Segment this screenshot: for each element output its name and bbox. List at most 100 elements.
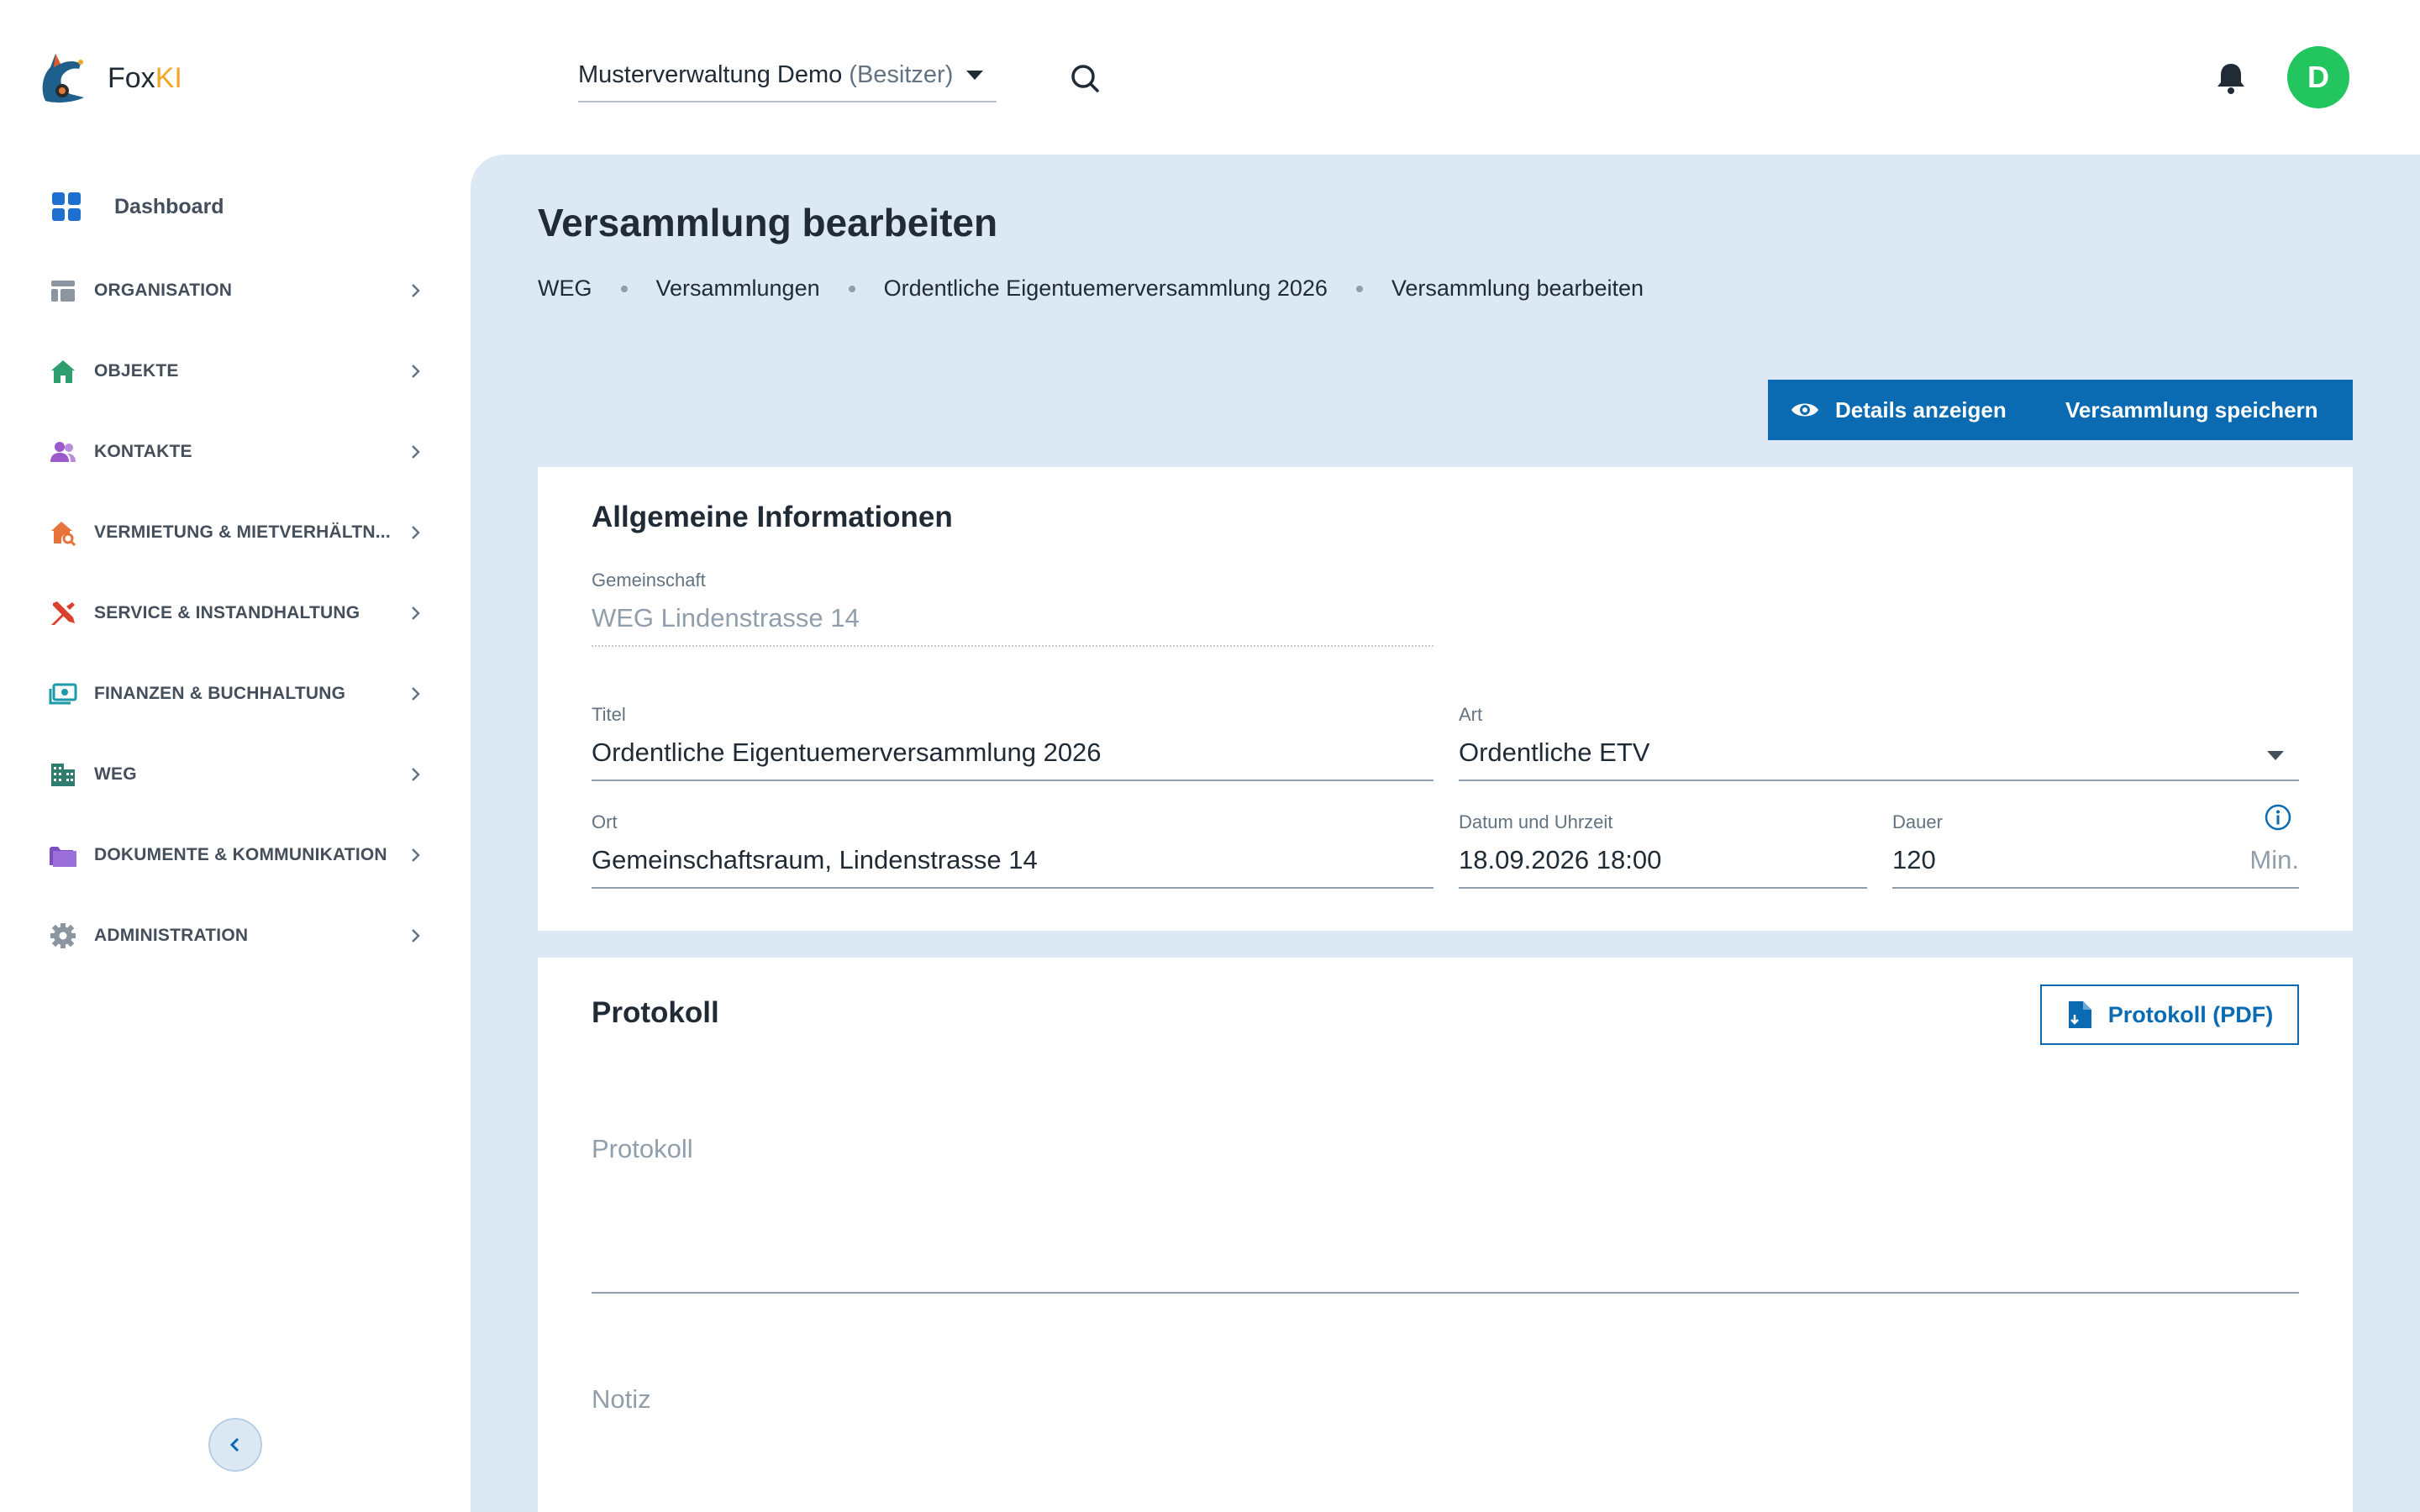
- protokoll-pdf-label: Protokoll (PDF): [2107, 1001, 2274, 1027]
- datum-field[interactable]: Datum und Uhrzeit 18.09.2026 18:00: [1459, 811, 1867, 889]
- sidebar-item-kontakte[interactable]: KONTAKTE: [47, 430, 425, 474]
- dauer-input[interactable]: 120 Min.: [1892, 845, 2299, 889]
- ort-label: Ort: [592, 811, 618, 832]
- art-select[interactable]: Ordentliche ETV: [1459, 738, 2299, 781]
- dashboard-grid-icon: [52, 192, 81, 221]
- sidebar-item-dashboard[interactable]: Dashboard: [50, 186, 224, 227]
- sidebar-item-label: FINANZEN & BUCHHALTUNG: [94, 684, 346, 703]
- chevron-right-icon: [412, 526, 420, 539]
- sidebar-item-label: DOKUMENTE & KOMMUNIKATION: [94, 845, 387, 864]
- people-icon: [47, 436, 79, 468]
- chevron-right-icon: [412, 445, 420, 459]
- sidebar-item-label: Dashboard: [114, 194, 224, 218]
- tools-icon: [47, 597, 79, 629]
- breadcrumb-current: Versammlung bearbeiten: [1391, 276, 1644, 301]
- sidebar-item-label: VERMIETUNG & MIETVERHÄLTN...: [94, 522, 391, 542]
- app-logo[interactable]: FoxKI: [37, 50, 182, 106]
- building-icon: [47, 759, 79, 790]
- chevron-right-icon: [412, 284, 420, 297]
- details-button[interactable]: Details anzeigen: [1768, 380, 2065, 440]
- sidebar-item-objekte[interactable]: OBJEKTE: [47, 349, 425, 393]
- titel-label: Titel: [592, 704, 626, 725]
- general-info-card: Allgemeine Informationen Gemeinschaft WE…: [538, 467, 2353, 931]
- sidebar-item-label: WEG: [94, 764, 137, 784]
- house-icon: [47, 355, 79, 387]
- protokoll-title: Protokoll: [592, 996, 719, 1029]
- house-search-icon: [47, 517, 79, 549]
- sidebar-item-weg[interactable]: WEG: [47, 753, 425, 796]
- sidebar-item-administration[interactable]: ADMINISTRATION: [47, 914, 425, 958]
- breadcrumb-versammlung[interactable]: Ordentliche Eigentuemerversammlung 2026: [884, 276, 1328, 302]
- protokoll-placeholder: Protokoll: [592, 1134, 693, 1163]
- page-title: Versammlung bearbeiten: [538, 201, 998, 244]
- datum-input[interactable]: 18.09.2026 18:00: [1459, 845, 1867, 889]
- dauer-unit: Min.: [2249, 845, 2299, 874]
- notification-bell-icon[interactable]: [2210, 57, 2252, 99]
- titel-field[interactable]: Titel Ordentliche Eigentuemerversammlung…: [592, 704, 1434, 781]
- breadcrumb-separator: [620, 285, 628, 292]
- titel-input[interactable]: Ordentliche Eigentuemerversammlung 2026: [592, 738, 1434, 781]
- breadcrumb-separator: [848, 285, 855, 292]
- sidebar-item-label: OBJEKTE: [94, 361, 179, 381]
- chevron-right-icon: [412, 365, 420, 378]
- ort-field[interactable]: Ort Gemeinschaftsraum, Lindenstrasse 14: [592, 811, 1434, 889]
- dauer-field[interactable]: Dauer 120 Min.: [1892, 811, 2299, 889]
- save-button-label: Versammlung speichern: [2065, 396, 2318, 423]
- chevron-right-icon: [412, 606, 420, 620]
- sidebar-collapse-button[interactable]: [208, 1418, 262, 1472]
- search-icon[interactable]: [1065, 59, 1106, 99]
- info-icon[interactable]: [2264, 803, 2292, 832]
- sidebar-item-label: ORGANISATION: [94, 281, 233, 300]
- details-button-label: Details anzeigen: [1835, 396, 2007, 423]
- sidebar-item-organisation[interactable]: ORGANISATION: [47, 269, 425, 312]
- breadcrumb-separator: [1355, 285, 1363, 292]
- art-value: Ordentliche ETV: [1459, 738, 1650, 767]
- protokoll-textarea[interactable]: Protokoll: [592, 1134, 2299, 1294]
- sidebar-item-label: KONTAKTE: [94, 442, 192, 461]
- user-avatar[interactable]: D: [2287, 46, 2349, 108]
- breadcrumb: WEG Versammlungen Ordentliche Eigentueme…: [538, 276, 1644, 302]
- general-info-title: Allgemeine Informationen: [592, 501, 953, 533]
- sidebar-item-service[interactable]: SERVICE & INSTANDHALTUNG: [47, 591, 425, 635]
- sidebar-item-vermietung[interactable]: VERMIETUNG & MIETVERHÄLTN...: [47, 511, 425, 554]
- sidebar-item-label: SERVICE & INSTANDHALTUNG: [94, 603, 360, 622]
- dauer-label: Dauer: [1892, 811, 1943, 832]
- gemeinschaft-value: WEG Lindenstrasse 14: [592, 603, 1434, 647]
- protokoll-pdf-button[interactable]: Protokoll (PDF): [2040, 984, 2299, 1045]
- caret-down-icon: [966, 70, 984, 80]
- organisation-role: (Besitzer): [849, 60, 954, 88]
- gemeinschaft-field: Gemeinschaft WEG Lindenstrasse 14: [592, 570, 1434, 647]
- art-field[interactable]: Art Ordentliche ETV: [1459, 704, 2299, 781]
- notiz-textarea[interactable]: Notiz: [592, 1384, 2299, 1510]
- action-bar: Details anzeigen Versammlung speichern: [1768, 380, 2353, 440]
- sidebar-item-label: ADMINISTRATION: [94, 926, 249, 945]
- brand-name: FoxKI: [108, 61, 182, 94]
- organisation-icon: [47, 275, 79, 307]
- dauer-value: 120: [1892, 845, 1936, 874]
- gear-icon: [47, 920, 79, 952]
- pdf-file-icon: [2068, 1001, 2091, 1028]
- gemeinschaft-label: Gemeinschaft: [592, 570, 706, 591]
- money-icon: [47, 678, 79, 710]
- sidebar-item-dokumente[interactable]: DOKUMENTE & KOMMUNIKATION: [47, 833, 425, 877]
- organisation-name: Musterverwaltung Demo: [578, 60, 843, 88]
- ort-input[interactable]: Gemeinschaftsraum, Lindenstrasse 14: [592, 845, 1434, 889]
- caret-down-icon: [2267, 751, 2284, 760]
- chevron-left-icon: [229, 1437, 239, 1452]
- save-button[interactable]: Versammlung speichern: [2065, 380, 2318, 440]
- protokoll-card: Protokoll Protokoll (PDF) Protokoll Noti…: [538, 958, 2353, 1512]
- folder-icon: [47, 839, 79, 871]
- sidebar-item-finanzen[interactable]: FINANZEN & BUCHHALTUNG: [47, 672, 425, 716]
- notiz-placeholder: Notiz: [592, 1384, 651, 1414]
- chevron-right-icon: [412, 768, 420, 781]
- chevron-right-icon: [412, 929, 420, 942]
- datum-label: Datum und Uhrzeit: [1459, 811, 1613, 832]
- fox-logo-icon: [42, 54, 84, 103]
- chevron-right-icon: [412, 848, 420, 862]
- eye-icon: [1791, 403, 1818, 417]
- chevron-right-icon: [412, 687, 420, 701]
- organisation-select[interactable]: Musterverwaltung Demo (Besitzer): [578, 49, 997, 102]
- breadcrumb-weg[interactable]: WEG: [538, 276, 592, 302]
- breadcrumb-versammlungen[interactable]: Versammlungen: [656, 276, 820, 302]
- art-label: Art: [1459, 704, 1483, 725]
